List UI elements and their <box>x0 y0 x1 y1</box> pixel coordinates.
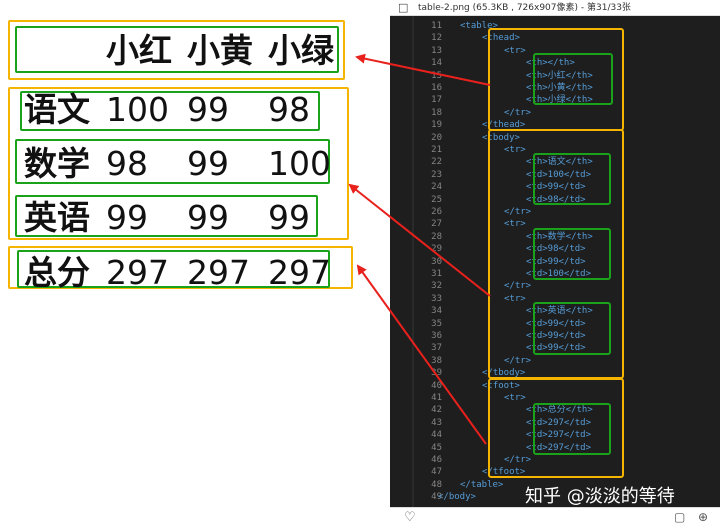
row-3-value-3: 99 <box>268 198 310 237</box>
line-number: 43 <box>431 417 442 428</box>
line-number: 36 <box>431 331 442 341</box>
row-3-value-2: 99 <box>187 198 229 237</box>
line-number: 42 <box>431 405 442 416</box>
row-3-label: 英语 <box>24 198 90 237</box>
code-tfoot-row-box <box>533 403 611 455</box>
line-number: 27 <box>431 219 442 230</box>
heart-icon[interactable]: ♡ <box>404 510 416 525</box>
line-number: 17 <box>431 95 442 106</box>
line-number: 25 <box>431 194 442 205</box>
row-3-value-1: 99 <box>106 198 148 237</box>
line-number: 31 <box>431 269 442 279</box>
code-line: </table> <box>460 479 504 490</box>
row-1-value-2: 99 <box>187 90 229 129</box>
line-number: 16 <box>431 83 442 93</box>
code-tbody-row3-box <box>533 302 611 355</box>
row-1-value-1: 100 <box>106 90 169 129</box>
rendered-table-panel: 小红 小黄 小绿 语文 100 99 98 数学 98 99 100 英语 99… <box>0 0 390 527</box>
line-number: 35 <box>431 318 442 329</box>
header-cell-1: 小红 <box>106 31 172 70</box>
footer-value-1: 297 <box>106 253 169 292</box>
line-number: 37 <box>431 343 442 354</box>
line-number: 20 <box>431 132 442 143</box>
row-2-label: 数学 <box>24 144 90 183</box>
fit-screen-icon[interactable]: ▢ <box>674 510 685 524</box>
line-number: 30 <box>431 256 442 267</box>
line-number: 29 <box>431 244 442 255</box>
footer-label: 总分 <box>24 253 90 292</box>
row-2-value-3: 100 <box>268 144 331 183</box>
line-number: 44 <box>431 430 442 441</box>
image-viewer-icon: □ <box>398 1 409 14</box>
line-number: 45 <box>431 442 442 453</box>
row-2-value-1: 98 <box>106 144 148 183</box>
line-number: 23 <box>431 169 442 180</box>
line-number: 15 <box>431 70 442 81</box>
line-number: 26 <box>431 207 442 217</box>
header-cell-3: 小绿 <box>268 31 334 70</box>
line-number: 22 <box>431 157 442 168</box>
viewer-statusbar: ♡ ▢ ⊕ <box>390 507 720 527</box>
code-tbody-row2-box <box>533 228 611 280</box>
line-number: 28 <box>431 231 442 242</box>
viewer-titlebar: □ table-2.png (65.3KB , 726x907像素) - 第31… <box>390 0 720 16</box>
line-number: 14 <box>431 58 442 69</box>
line-number: 46 <box>431 455 442 465</box>
line-number: 47 <box>431 467 442 478</box>
row-1-value-3: 98 <box>268 90 310 129</box>
code-tbody-row1-box <box>533 153 611 205</box>
line-number: 19 <box>431 120 442 131</box>
zhihu-watermark: 知乎 @淡淡的等待 <box>525 486 675 507</box>
viewer-title: table-2.png (65.3KB , 726x907像素) - 第31/3… <box>418 3 631 13</box>
row-1-label: 语文 <box>24 90 90 129</box>
line-number: 48 <box>431 479 442 490</box>
line-number: 13 <box>431 45 442 56</box>
line-number: 41 <box>431 393 442 403</box>
footer-value-2: 297 <box>187 253 250 292</box>
header-cell-2: 小黄 <box>187 31 253 70</box>
zoom-in-icon[interactable]: ⊕ <box>698 510 708 524</box>
line-number: 32 <box>431 281 442 292</box>
line-number: 24 <box>431 182 442 193</box>
line-number: 18 <box>431 107 442 118</box>
line-number: 39 <box>431 368 442 379</box>
line-number: 33 <box>431 293 442 304</box>
line-number: 40 <box>431 380 442 391</box>
code-thead-th-box <box>533 53 613 105</box>
line-number: 12 <box>431 33 442 44</box>
line-number: 38 <box>431 355 442 366</box>
row-2-value-2: 99 <box>187 144 229 183</box>
line-number: 11 <box>431 21 442 31</box>
line-number: 34 <box>431 306 442 317</box>
editor-gutter <box>412 16 414 507</box>
footer-value-3: 297 <box>268 253 331 292</box>
line-number: 21 <box>431 145 442 155</box>
code-line: </body> <box>438 492 476 503</box>
